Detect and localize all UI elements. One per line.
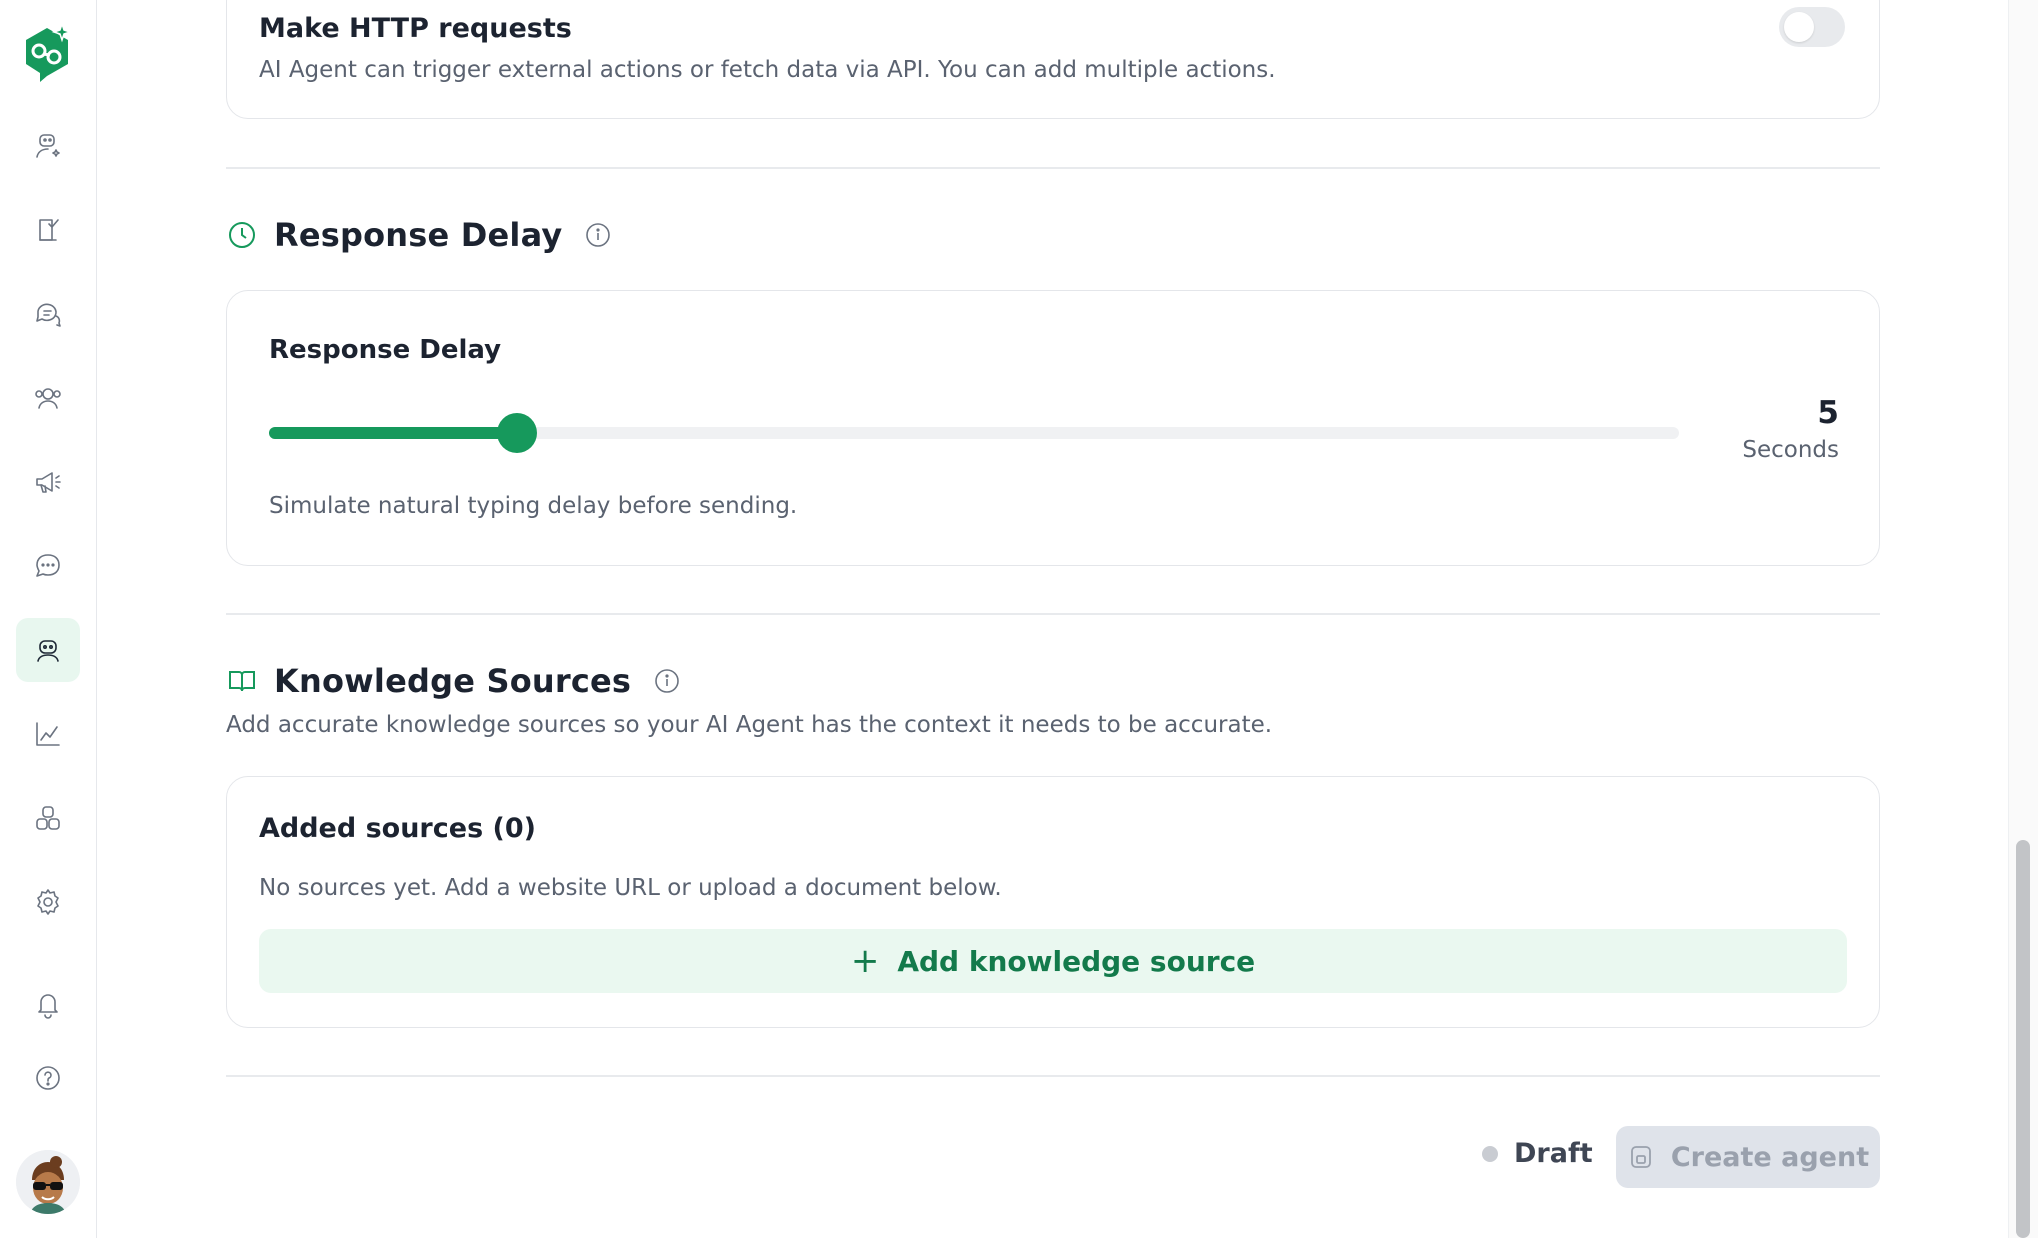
section-divider [226, 167, 1880, 169]
book-open-icon [229, 671, 255, 692]
slider-fill [269, 427, 518, 439]
create-agent-label: Create agent [1670, 1141, 1870, 1173]
http-requests-card: Make HTTP requests AI Agent can trigger … [226, 0, 1880, 119]
response-delay-card: Response Delay 5 Seconds Simulate natura… [226, 290, 1880, 566]
save-icon [1630, 1146, 1651, 1168]
status-dot [1482, 1145, 1498, 1162]
section-divider [226, 613, 1880, 615]
user-avatar[interactable] [16, 1150, 80, 1214]
draft-status: Draft [1482, 1138, 1593, 1169]
sidebar-item-contacts-ai[interactable] [16, 114, 80, 178]
knowledge-sources-title: Knowledge Sources [274, 662, 632, 700]
section-divider [226, 1075, 1880, 1077]
response-delay-heading: Response Delay [226, 216, 612, 254]
sidebar-item-ai-agents[interactable] [16, 618, 80, 682]
added-sources-title: Added sources (0) [259, 813, 537, 844]
sidebar-item-integrations[interactable] [16, 786, 80, 850]
sidebar-item-conversations[interactable] [16, 282, 80, 346]
info-icon[interactable] [584, 221, 612, 249]
response-delay-slider[interactable] [269, 413, 1679, 453]
scrollbar-thumb[interactable] [2016, 840, 2030, 1238]
sidebar-item-notifications[interactable] [16, 972, 80, 1036]
clipboard-check-icon [39, 219, 59, 241]
response-delay-value: 5 [1817, 395, 1839, 431]
response-delay-unit: Seconds [1742, 437, 1839, 463]
info-icon[interactable] [653, 667, 681, 695]
slider-thumb[interactable] [497, 413, 538, 453]
user-sparkle-icon [36, 134, 60, 158]
robot-icon [37, 640, 59, 662]
empty-sources-text: No sources yet. Add a website URL or upl… [259, 875, 1002, 901]
users-icon [35, 388, 61, 409]
sidebar-item-campaigns[interactable] [16, 450, 80, 514]
add-knowledge-source-button[interactable]: + Add knowledge source [259, 929, 1847, 993]
sidebar-item-tasks[interactable] [16, 198, 80, 262]
add-knowledge-source-label: Add knowledge source [897, 944, 1256, 978]
gear-icon [37, 889, 59, 915]
sidebar-item-team[interactable] [16, 366, 80, 430]
chat-dots-icon [36, 554, 60, 577]
blocks-icon [36, 806, 60, 830]
bell-icon [38, 994, 58, 1019]
response-delay-label: Response Delay [269, 335, 502, 365]
sidebar-item-help[interactable] [16, 1046, 80, 1110]
sidebar-item-settings[interactable] [16, 870, 80, 934]
create-agent-button[interactable]: Create agent [1616, 1126, 1880, 1188]
response-delay-hint: Simulate natural typing delay before sen… [269, 493, 798, 519]
line-chart-icon [36, 722, 60, 746]
sidebar-item-analytics[interactable] [16, 702, 80, 766]
megaphone-icon [36, 472, 61, 493]
app-logo[interactable] [18, 22, 76, 84]
plus-icon: + [850, 941, 880, 981]
draft-status-label: Draft [1514, 1138, 1593, 1169]
added-sources-card: Added sources (0) No sources yet. Add a … [226, 776, 1880, 1028]
knowledge-sources-subtitle: Add accurate knowledge sources so your A… [226, 712, 1273, 738]
http-requests-description: AI Agent can trigger external actions or… [259, 57, 1276, 83]
http-requests-title: Make HTTP requests [259, 13, 572, 44]
chat-bubbles-icon [36, 303, 61, 327]
question-circle-icon [36, 1066, 60, 1090]
http-requests-toggle[interactable] [1779, 7, 1845, 47]
sidebar-item-messages[interactable] [16, 534, 80, 598]
response-delay-title: Response Delay [274, 216, 563, 254]
clock-icon [229, 222, 255, 248]
sidebar [0, 0, 97, 1238]
avatar-illustration [16, 1150, 80, 1214]
knowledge-sources-heading: Knowledge Sources [226, 662, 681, 700]
